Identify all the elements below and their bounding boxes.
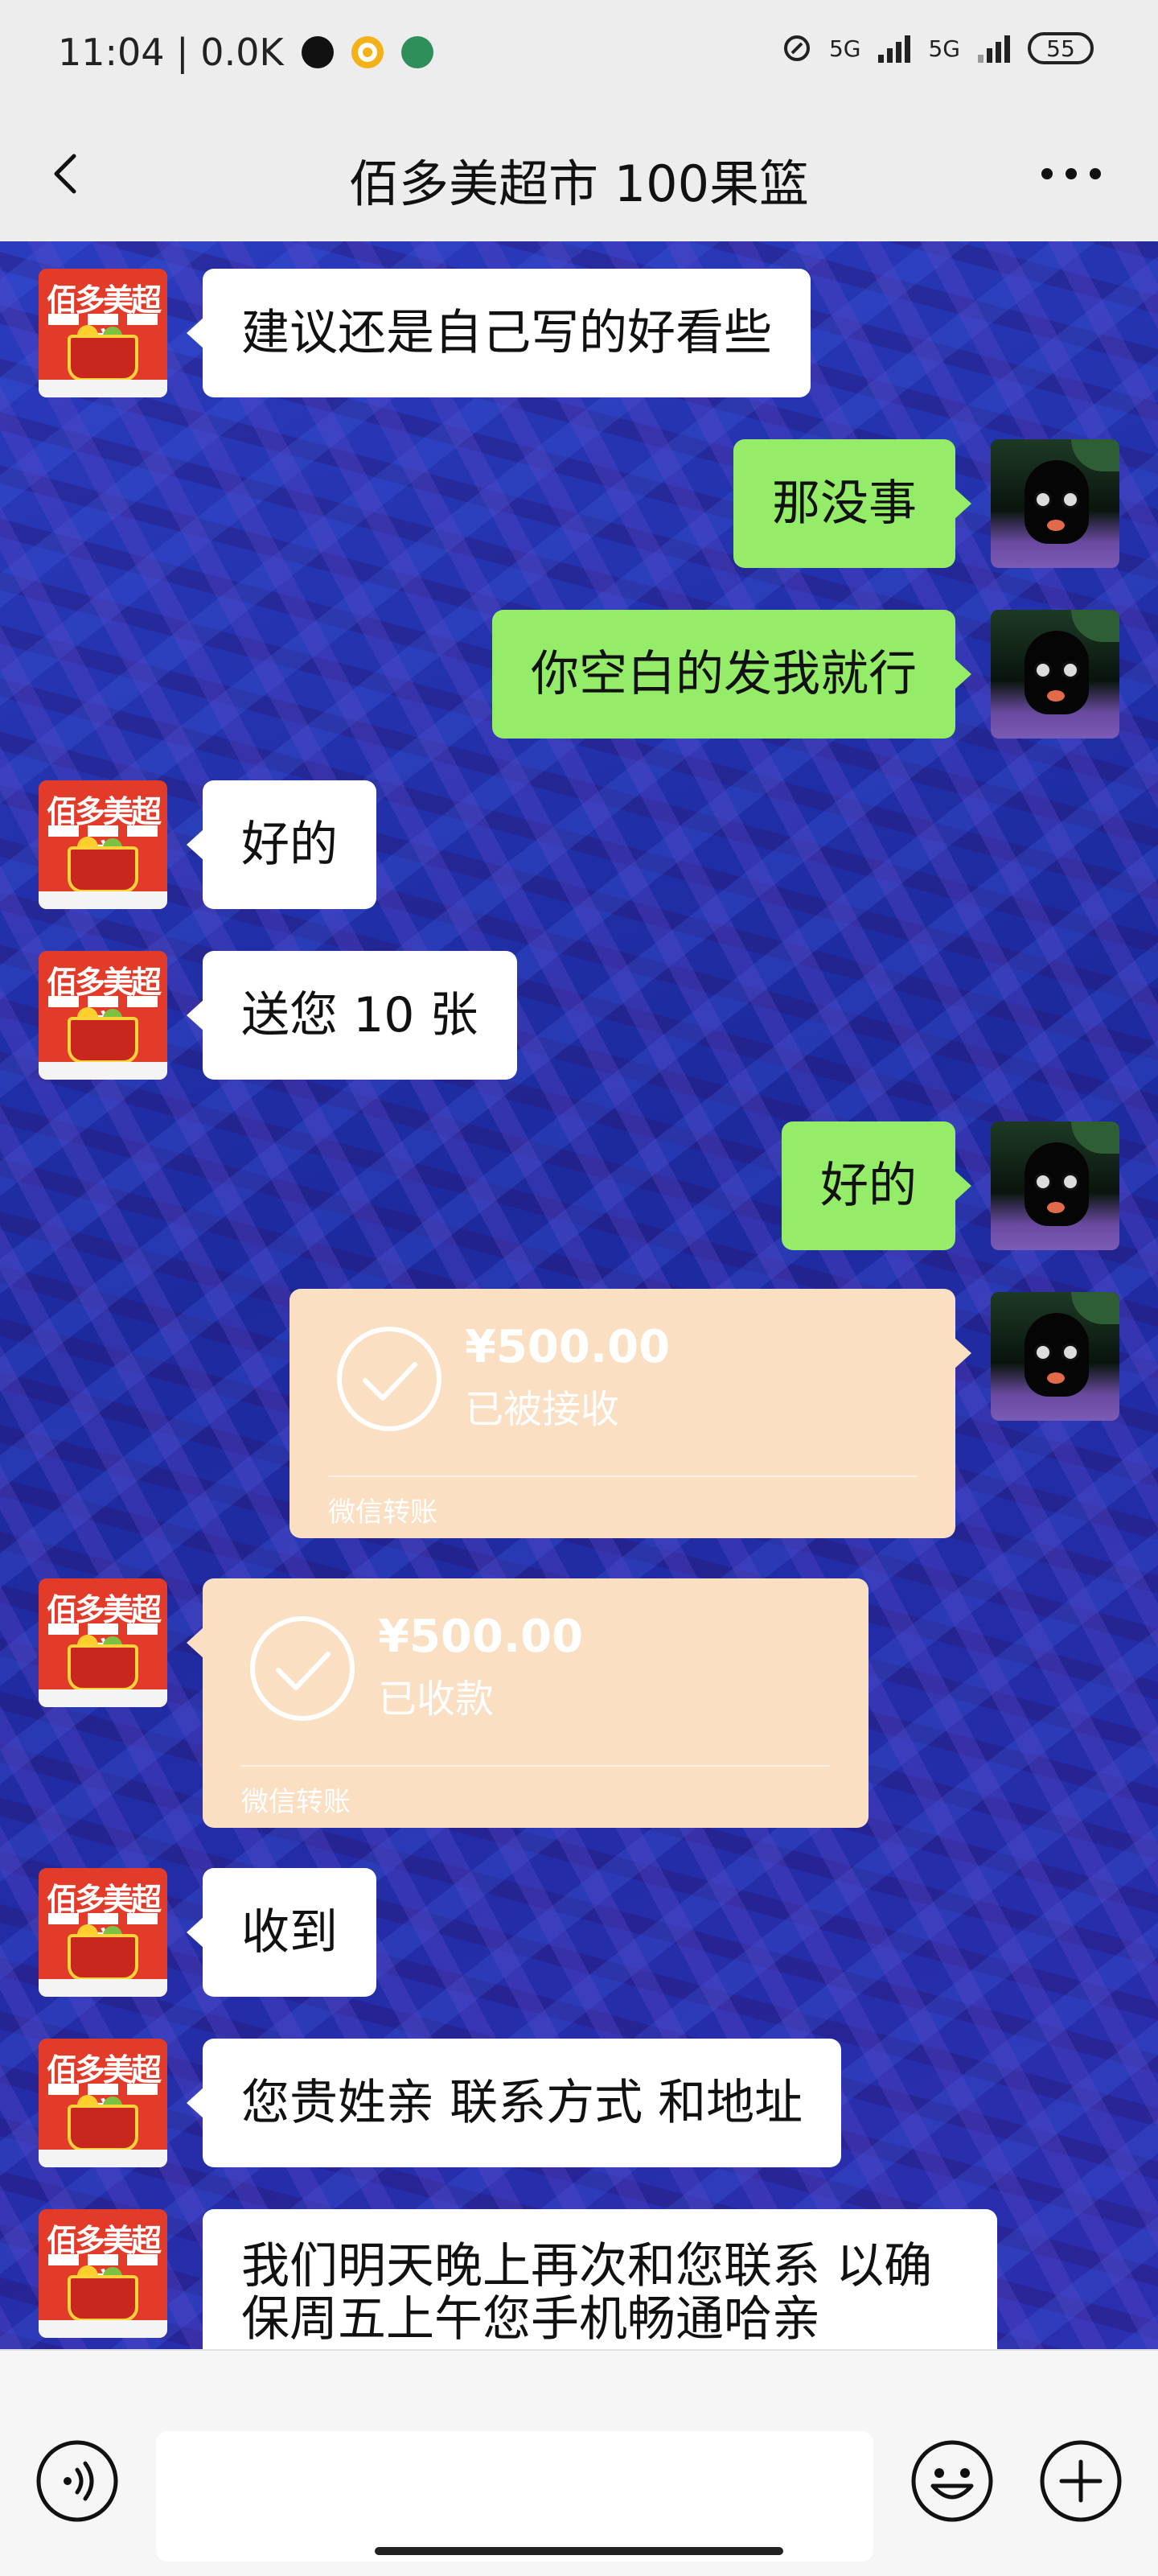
emoji-icon[interactable] (910, 2439, 994, 2523)
hotspot-icon (783, 35, 810, 61)
transfer-divider (241, 1765, 830, 1767)
contact-avatar[interactable]: 佰多美超市 (39, 269, 167, 397)
signal-label-2: 5G (928, 35, 960, 62)
transfer-card-sent[interactable]: ¥500.00 已被接收 微信转账 (290, 1289, 971, 1538)
chat-title: 佰多美超市 100果篮 (348, 154, 810, 213)
basket-icon (68, 2105, 138, 2151)
message-bubble-sent[interactable]: 那没事 (733, 439, 971, 568)
battery-level: 55 (1046, 35, 1075, 62)
basket-icon (68, 1934, 138, 1981)
contact-avatar[interactable]: 佰多美超市 (39, 1868, 167, 1997)
message-input[interactable] (156, 2431, 873, 2562)
message-bubble-sent[interactable]: 好的 (782, 1121, 971, 1250)
more-icon[interactable] (1037, 164, 1105, 183)
contact-avatar[interactable]: 佰多美超市 (39, 951, 167, 1080)
my-avatar[interactable] (991, 439, 1119, 568)
chat-notification-icon (400, 36, 433, 68)
message-bubble-received[interactable]: 建议还是自己写的好看些 (187, 269, 811, 397)
status-bar: 11:04 | 0.0K 5G 5G 55 (0, 0, 1158, 105)
contact-avatar[interactable]: 佰多美超市 (39, 1578, 167, 1707)
signal-bars-icon (878, 35, 911, 63)
basket-icon (68, 1017, 138, 1064)
signal-bars-icon-2 (978, 35, 1010, 63)
transfer-amount: ¥500.00 (378, 1611, 584, 1663)
transfer-status: 已被接收 (465, 1387, 620, 1432)
basket-icon (68, 846, 138, 893)
basket-icon (68, 335, 138, 381)
plus-icon[interactable] (1039, 2439, 1123, 2523)
message-bubble-received[interactable]: 您贵姓亲 联系方式 和地址 (186, 2039, 842, 2167)
transfer-status: 已收款 (378, 1677, 495, 1722)
transfer-label: 微信转账 (241, 1786, 351, 1818)
my-avatar[interactable] (991, 1292, 1119, 1421)
coin-notification-icon (351, 36, 384, 68)
message-bubble-received[interactable]: 好的 (187, 780, 376, 909)
basket-icon (68, 1644, 138, 1691)
signal-label-1: 5G (828, 35, 861, 62)
contact-avatar[interactable]: 佰多美超市 (39, 780, 167, 909)
my-avatar[interactable] (991, 610, 1119, 739)
message-bubble-received[interactable]: 收到 (187, 1868, 376, 1997)
app-notification-icon (301, 36, 334, 68)
message-bubble-received[interactable]: 送您 10 张 (187, 951, 517, 1080)
my-avatar[interactable] (991, 1121, 1119, 1250)
transfer-amount: ¥500.00 (465, 1321, 671, 1373)
status-time: 11:04 | 0.0K (58, 31, 284, 74)
contact-avatar[interactable]: 佰多美超市 (39, 2209, 167, 2338)
home-indicator[interactable] (375, 2547, 783, 2555)
chat-message-list[interactable]: 佰多美超市 建议还是自己写的好看些 那没事 你空白的发我就行 佰多美超市 好的 … (0, 241, 1158, 2349)
transfer-divider (328, 1475, 917, 1477)
message-bubble-received[interactable]: 我们明天晚上再次和您联系 以确保周五上午您手机畅通哈亲 (203, 2209, 997, 2349)
transfer-card-received[interactable]: ¥500.00 已收款 微信转账 (187, 1578, 868, 1828)
chat-input-bar (0, 2349, 1158, 2576)
chat-header: 佰多美超市 100果篮 (0, 105, 1158, 241)
check-icon (337, 1327, 441, 1431)
battery-icon: 55 (1028, 32, 1094, 64)
contact-avatar[interactable]: 佰多美超市 (39, 2039, 167, 2167)
transfer-label: 微信转账 (328, 1496, 437, 1529)
message-bubble-sent[interactable]: 你空白的发我就行 (492, 610, 971, 739)
check-icon (250, 1616, 355, 1721)
voice-icon[interactable] (35, 2439, 119, 2523)
basket-icon (68, 2275, 138, 2322)
